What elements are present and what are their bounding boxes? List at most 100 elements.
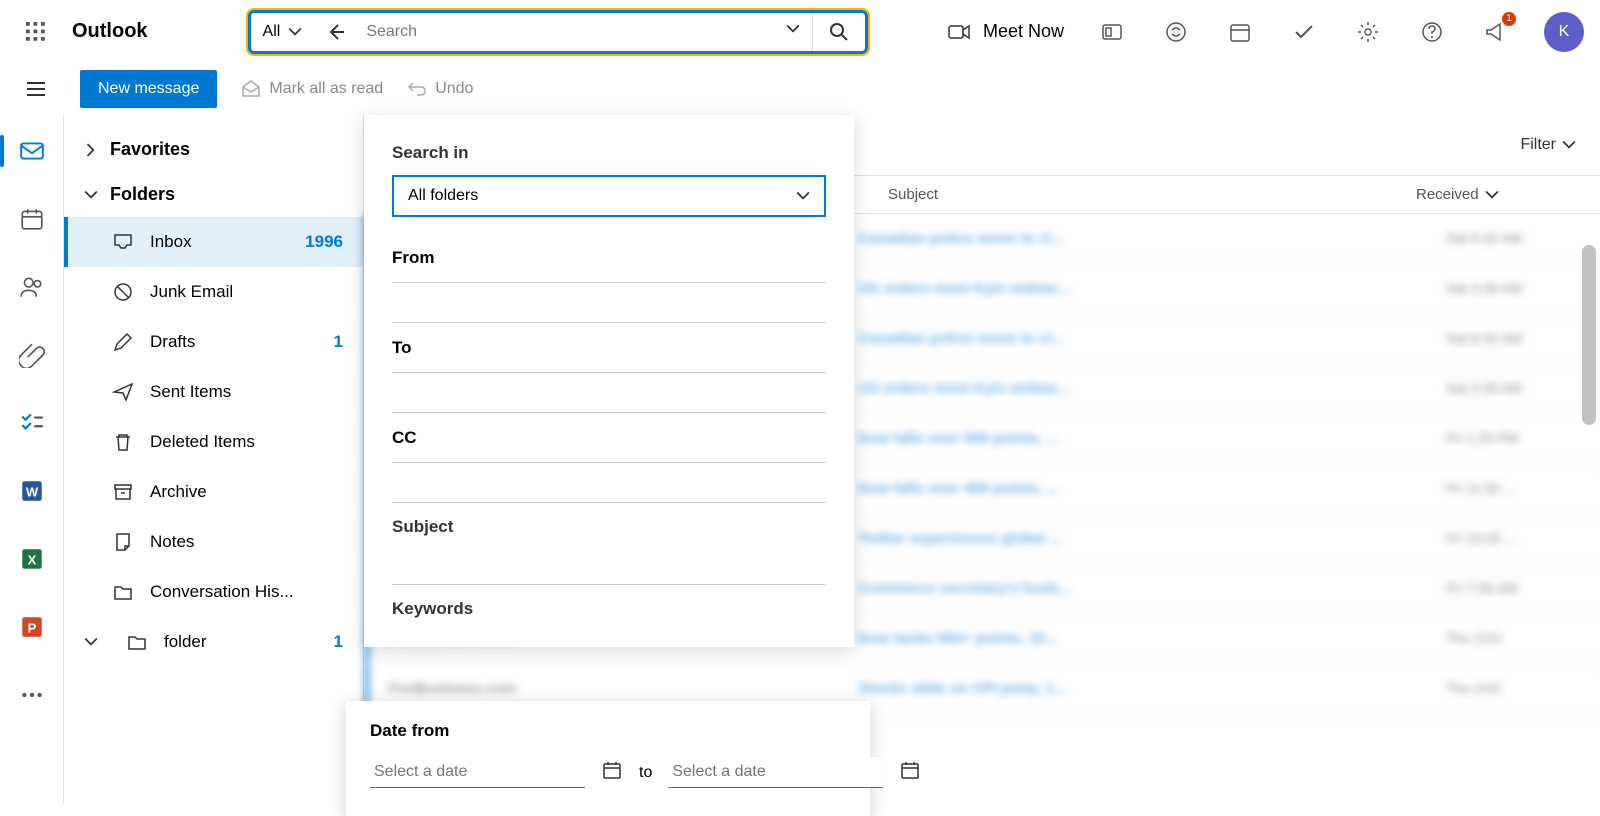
- search-in-select[interactable]: All folders: [392, 175, 826, 217]
- sidebar-item-convhistory[interactable]: Conversation His...: [64, 567, 363, 617]
- date-from-input[interactable]: [370, 757, 585, 788]
- more-icon: [19, 682, 45, 708]
- msg-subject: Dow falls over 500 points, ...: [858, 430, 1446, 447]
- filter-label: Filter: [1520, 136, 1556, 154]
- app-name: Outlook: [72, 20, 148, 43]
- mark-all-read-button[interactable]: Mark all as read: [241, 79, 383, 99]
- rail-word[interactable]: W: [12, 471, 52, 511]
- settings-icon[interactable]: [1352, 16, 1384, 48]
- search-back-button[interactable]: [314, 22, 358, 42]
- calendar-icon: [19, 206, 45, 232]
- hamburger-button[interactable]: [16, 69, 56, 109]
- from-input[interactable]: [492, 243, 826, 272]
- scrollbar[interactable]: [1582, 245, 1596, 425]
- rail-calendar[interactable]: [12, 199, 52, 239]
- rail-people[interactable]: [12, 267, 52, 307]
- msg-time: Thu 2/10: [1446, 680, 1576, 697]
- msg-time: Thu 2/10: [1446, 630, 1576, 647]
- chevron-down-icon: [84, 188, 98, 202]
- msg-subject: Canadian police move to cl...: [858, 330, 1446, 347]
- col-received[interactable]: Received: [1416, 186, 1576, 203]
- search-scope-dropdown[interactable]: All: [251, 23, 315, 41]
- sidebar-item-drafts[interactable]: Drafts 1: [64, 317, 363, 367]
- sidebar-item-inbox[interactable]: Inbox 1996: [64, 217, 363, 267]
- calendar-day-icon[interactable]: [1224, 16, 1256, 48]
- avatar[interactable]: K: [1544, 12, 1584, 52]
- search-in-value: All folders: [408, 187, 478, 205]
- top-bar: Outlook All Meet Now 1 K: [0, 0, 1600, 63]
- msg-subject: Dow falls over 400 points, ...: [858, 480, 1446, 497]
- chevron-down-icon: [288, 25, 302, 39]
- search-button[interactable]: [812, 13, 865, 51]
- arrow-left-icon: [326, 22, 346, 42]
- sidebar-item-folder[interactable]: folder 1: [64, 617, 363, 667]
- rail-powerpoint[interactable]: P: [12, 607, 52, 647]
- subject-label: Subject: [392, 503, 826, 545]
- msg-subject: US orders most Kyiv embas...: [858, 380, 1446, 397]
- filter-button[interactable]: Filter: [1520, 136, 1576, 154]
- search-bar: All: [248, 10, 868, 54]
- cc-field-row: CC: [392, 413, 826, 463]
- calendar-picker-to[interactable]: [899, 759, 921, 786]
- undo-icon: [407, 79, 427, 99]
- sidebar-item-archive[interactable]: Archive: [64, 467, 363, 517]
- col-subject[interactable]: Subject: [888, 186, 1416, 203]
- app-launcher-icon[interactable]: [16, 12, 56, 52]
- sent-label: Sent Items: [150, 382, 231, 402]
- svg-text:X: X: [27, 552, 36, 567]
- date-from-label: Date from: [370, 721, 846, 741]
- top-right-actions: Meet Now 1 K: [947, 12, 1584, 52]
- folders-section[interactable]: Folders: [64, 172, 363, 217]
- msg-time: Sat 6:32 AM: [1446, 330, 1576, 347]
- chevron-down-icon: [1562, 138, 1576, 152]
- search-input[interactable]: [358, 23, 773, 41]
- attachment-icon: [19, 342, 45, 368]
- junk-label: Junk Email: [150, 282, 233, 302]
- favorites-section[interactable]: Favorites: [64, 127, 363, 172]
- sidebar-item-junk[interactable]: Junk Email: [64, 267, 363, 317]
- from-secondary[interactable]: [392, 283, 826, 323]
- cc-secondary[interactable]: [392, 463, 826, 503]
- rail-todo[interactable]: [12, 403, 52, 443]
- skype-icon[interactable]: [1160, 16, 1192, 48]
- undo-label: Undo: [435, 80, 473, 98]
- calendar-picker-from[interactable]: [601, 759, 623, 786]
- msg-subject: Canadian police move to cl...: [858, 230, 1446, 247]
- cc-input[interactable]: [492, 423, 826, 452]
- msg-time: Fri 1:25 PM: [1446, 430, 1576, 447]
- excel-icon: X: [19, 546, 45, 572]
- date-to-input[interactable]: [668, 757, 883, 788]
- folder-sidebar: Favorites Folders Inbox 1996 Junk Email …: [64, 115, 364, 804]
- search-scope-value: All: [263, 23, 281, 41]
- megaphone-icon[interactable]: 1: [1480, 16, 1512, 48]
- message-area: Inbox Filter From Subject Received FoxBu…: [364, 115, 1600, 804]
- help-icon[interactable]: [1416, 16, 1448, 48]
- archive-icon: [112, 481, 134, 503]
- video-icon: [947, 20, 971, 44]
- chevron-down-icon: [84, 635, 98, 649]
- rail-more[interactable]: [12, 675, 52, 715]
- sidebar-item-sent[interactable]: Sent Items: [64, 367, 363, 417]
- date-to-word: to: [639, 764, 652, 782]
- msg-subject: Stocks slide on CPI jump, 1...: [858, 680, 1446, 697]
- new-message-button[interactable]: New message: [80, 70, 217, 108]
- sidebar-item-notes[interactable]: Notes: [64, 517, 363, 567]
- deleted-label: Deleted Items: [150, 432, 255, 452]
- date-range-panel: Date from to: [346, 701, 870, 816]
- subject-input-row[interactable]: [392, 545, 826, 585]
- to-secondary[interactable]: [392, 373, 826, 413]
- rail-excel[interactable]: X: [12, 539, 52, 579]
- msg-from: FoxBusiness.com: [388, 680, 858, 697]
- rail-mail[interactable]: [12, 131, 52, 171]
- teams-icon[interactable]: [1096, 16, 1128, 48]
- undo-button[interactable]: Undo: [407, 79, 473, 99]
- to-input[interactable]: [492, 333, 826, 362]
- favorites-label: Favorites: [110, 139, 190, 160]
- meet-now-button[interactable]: Meet Now: [947, 20, 1064, 44]
- sidebar-item-deleted[interactable]: Deleted Items: [64, 417, 363, 467]
- todo-icon[interactable]: [1288, 16, 1320, 48]
- msg-time: Fri 7:56 AM: [1446, 580, 1576, 597]
- to-field-row: To: [392, 323, 826, 373]
- rail-files[interactable]: [12, 335, 52, 375]
- advanced-search-toggle[interactable]: [774, 22, 812, 41]
